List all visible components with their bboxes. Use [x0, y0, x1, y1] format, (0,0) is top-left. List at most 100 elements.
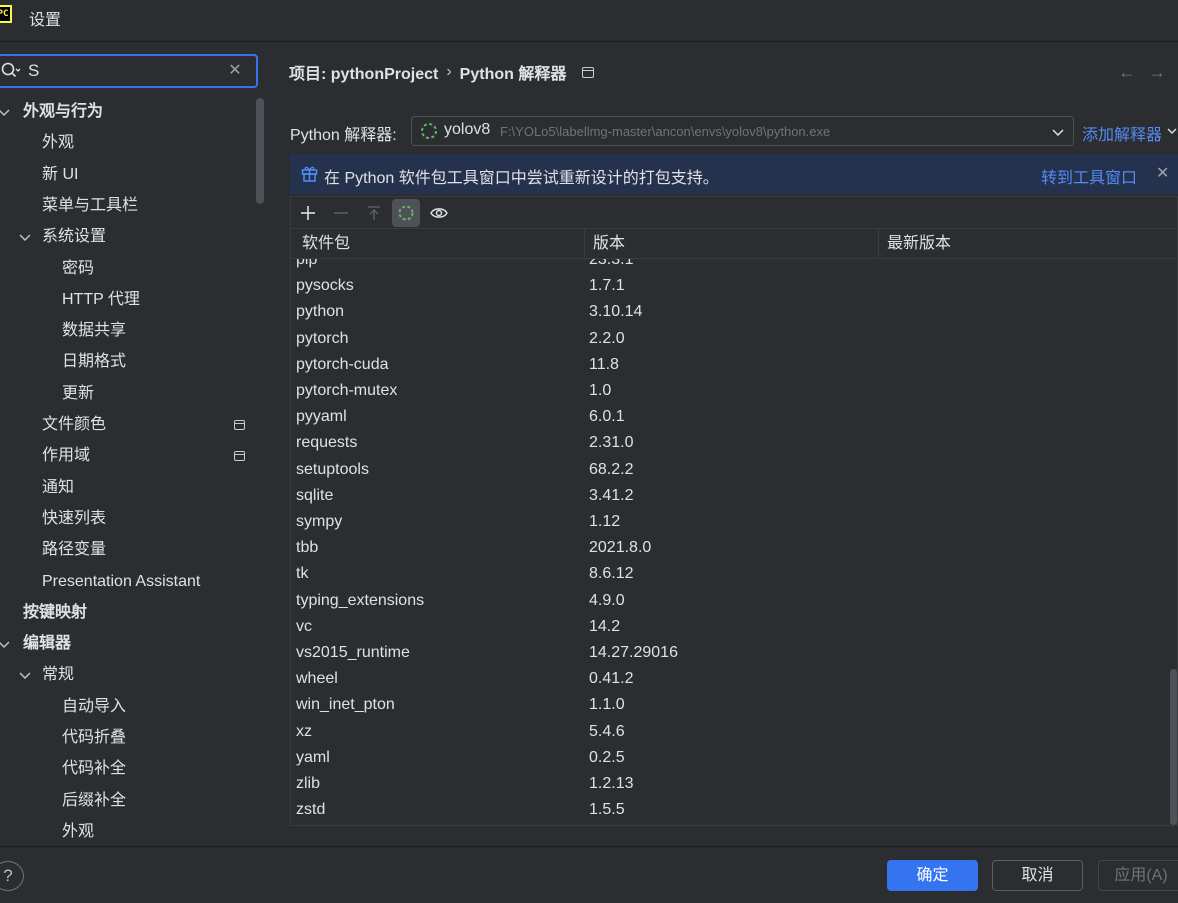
column-header-package[interactable]: 软件包 — [302, 229, 350, 259]
package-version: 2.31.0 — [589, 434, 634, 451]
go-to-tool-window-link[interactable]: 转到工具窗口 — [1041, 164, 1137, 188]
table-row[interactable]: wheel 0.41.2 — [291, 666, 1171, 692]
table-row[interactable]: tbb 2021.8.0 — [291, 535, 1171, 561]
sidebar-item[interactable]: 代码折叠 — [62, 726, 126, 750]
table-row[interactable]: pytorch-mutex 1.0 — [291, 378, 1171, 404]
package-name: vc — [296, 618, 312, 635]
sidebar-item[interactable]: 编辑器 — [23, 632, 71, 656]
package-version: 11.8 — [589, 356, 619, 373]
table-row[interactable]: yaml 0.2.5 — [291, 745, 1171, 771]
sidebar-item[interactable]: 外观与行为 — [23, 100, 103, 124]
table-row[interactable]: sympy 1.12 — [291, 509, 1171, 535]
table-row[interactable]: vs2015_runtime 14.27.29016 — [291, 640, 1171, 666]
clear-search-icon[interactable]: ✕ — [227, 62, 243, 80]
apply-button[interactable]: 应用(A) — [1098, 860, 1178, 891]
sidebar-item[interactable]: 自动导入 — [62, 695, 126, 719]
uninstall-package-button[interactable] — [327, 199, 355, 227]
sidebar-item[interactable]: 更新 — [62, 382, 94, 406]
table-row[interactable]: pyyaml 6.0.1 — [291, 404, 1171, 430]
close-banner-icon[interactable]: ✕ — [1156, 163, 1169, 183]
settings-search-box[interactable]: ✕ — [0, 54, 258, 88]
sidebar-item[interactable]: 常规 — [42, 663, 74, 687]
table-row[interactable]: python 3.10.14 — [291, 299, 1171, 325]
table-row[interactable]: vc 14.2 — [291, 614, 1171, 640]
chevron-down-icon[interactable] — [0, 637, 11, 651]
help-button[interactable]: ? — [0, 861, 24, 891]
table-row[interactable]: requests 2.31.0 — [291, 430, 1171, 456]
add-interpreter-chevron-icon[interactable] — [1166, 125, 1178, 137]
history-nav: ←→ — [1118, 62, 1178, 83]
gift-icon — [301, 166, 318, 182]
sidebar-item[interactable]: 菜单与工具栏 — [42, 194, 138, 218]
sidebar-item[interactable]: 文件颜色 — [42, 413, 106, 437]
back-arrow-icon[interactable]: ← — [1118, 62, 1148, 82]
ok-button[interactable]: 确定 — [887, 860, 978, 891]
sidebar-item[interactable]: Presentation Assistant — [42, 570, 200, 594]
table-row[interactable]: tk 8.6.12 — [291, 561, 1171, 587]
upgrade-package-button[interactable] — [360, 199, 388, 227]
interpreter-dropdown[interactable]: yolov8 F:\YOLo5\labellmg-master\ancon\en… — [411, 116, 1074, 146]
sidebar-item[interactable]: 日期格式 — [62, 350, 126, 374]
refresh-packages-button[interactable] — [392, 199, 420, 227]
chevron-down-icon[interactable] — [18, 230, 32, 244]
table-row[interactable]: xz 5.4.6 — [291, 719, 1171, 745]
sidebar-item[interactable]: 作用域 — [42, 444, 90, 468]
column-header-latest-version[interactable]: 最新版本 — [887, 229, 951, 259]
eye-icon — [430, 208, 448, 218]
project-scope-icon — [582, 66, 595, 78]
packages-toolbar — [291, 197, 1177, 229]
spinner-icon — [398, 205, 414, 221]
package-name: pip — [296, 259, 318, 268]
sidebar-item[interactable]: 新 UI — [42, 163, 78, 187]
search-input[interactable] — [28, 60, 218, 82]
sidebar-item[interactable]: 外观 — [62, 820, 94, 844]
project-scope-icon — [234, 451, 245, 461]
table-row[interactable]: zlib 1.2.13 — [291, 771, 1171, 797]
package-name: pyyaml — [296, 408, 347, 425]
interpreter-name: yolov8 — [444, 121, 491, 138]
column-header-version[interactable]: 版本 — [593, 229, 625, 259]
package-name: yaml — [296, 749, 330, 766]
install-package-button[interactable] — [294, 199, 322, 227]
chevron-down-icon[interactable] — [18, 668, 32, 682]
sidebar-item[interactable]: HTTP 代理 — [62, 288, 140, 312]
sidebar-scrollbar[interactable] — [256, 98, 264, 204]
package-name: typing_extensions — [296, 592, 425, 609]
package-name: python — [296, 303, 345, 320]
cancel-button[interactable]: 取消 — [992, 860, 1083, 891]
table-header: 软件包 版本 最新版本 — [291, 229, 1177, 259]
table-row[interactable]: win_inet_pton 1.1.0 — [291, 692, 1171, 718]
sidebar-item[interactable]: 数据共享 — [62, 319, 126, 343]
forward-arrow-icon[interactable]: → — [1148, 62, 1178, 82]
packages-scrollbar[interactable] — [1170, 669, 1177, 825]
package-name: zstd — [296, 801, 326, 818]
table-row[interactable]: pip 23.3.1 — [291, 259, 1171, 273]
add-interpreter-link[interactable]: 添加解释器 — [1082, 121, 1162, 145]
chevron-down-icon — [1052, 129, 1064, 137]
package-version: 23.3.1 — [589, 259, 634, 268]
breadcrumb-project[interactable]: 项目: pythonProject — [289, 66, 438, 83]
table-row[interactable]: pytorch 2.2.0 — [291, 326, 1171, 352]
sidebar-item[interactable]: 通知 — [42, 476, 74, 500]
package-name: tk — [296, 565, 309, 582]
table-row[interactable]: typing_extensions 4.9.0 — [291, 588, 1171, 614]
show-early-releases-button[interactable] — [425, 199, 453, 227]
table-row[interactable]: sqlite 3.41.2 — [291, 483, 1171, 509]
table-row[interactable]: setuptools 68.2.2 — [291, 457, 1171, 483]
sidebar-item[interactable]: 代码补全 — [62, 757, 126, 781]
sidebar-item[interactable]: 路径变量 — [42, 538, 106, 562]
sidebar-item[interactable]: 系统设置 — [42, 225, 106, 249]
table-row[interactable]: pysocks 1.7.1 — [291, 273, 1171, 299]
sidebar-item[interactable]: 外观 — [42, 131, 74, 155]
package-version: 1.7.1 — [589, 277, 625, 294]
sidebar-item[interactable]: 按键映射 — [23, 601, 87, 625]
chevron-down-icon[interactable] — [0, 105, 11, 119]
plus-icon — [301, 206, 315, 220]
table-row[interactable]: pytorch-cuda 11.8 — [291, 352, 1171, 378]
package-version: 5.4.6 — [589, 723, 625, 740]
table-row[interactable]: zstd 1.5.5 — [291, 797, 1171, 823]
sidebar-item[interactable]: 后缀补全 — [62, 789, 126, 813]
interpreter-label: Python 解释器: — [290, 127, 397, 144]
sidebar-item[interactable]: 密码 — [62, 257, 94, 281]
sidebar-item[interactable]: 快速列表 — [42, 507, 106, 531]
